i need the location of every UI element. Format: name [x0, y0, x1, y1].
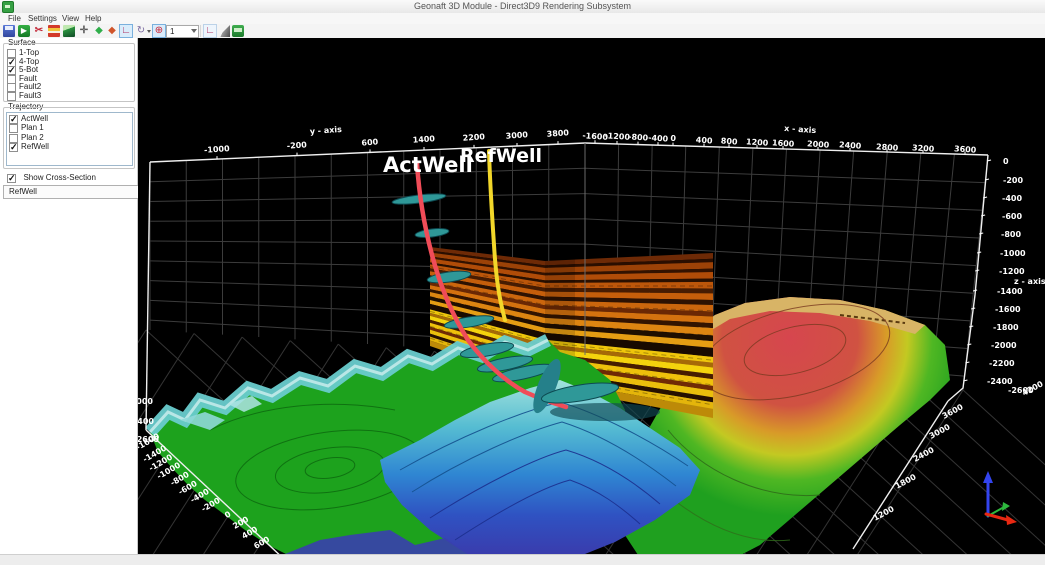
axis-tick-label: 1200	[746, 137, 769, 148]
axis-tick-label: -1600	[995, 305, 1021, 314]
axis-tick-label: 2000	[807, 139, 830, 150]
axis-tick-label: -2400	[987, 377, 1013, 386]
application-window: Geonaft 3D Module - Direct3D9 Rendering …	[0, 0, 1045, 565]
snapshot-3d-icon[interactable]	[232, 25, 244, 37]
axis-tick-label: -200	[287, 140, 308, 150]
menu-file[interactable]: File	[8, 14, 21, 23]
trajectory-item-label: RefWell	[21, 142, 49, 151]
axis-tick-label: -1400	[997, 287, 1023, 296]
axis-tick-label: 2800	[876, 142, 899, 153]
show-cross-section-label: Show Cross-Section	[23, 173, 95, 182]
axis-tick-label: 3000	[505, 130, 528, 141]
axis-orientation-icon[interactable]: ∟	[119, 24, 133, 38]
target-view-icon[interactable]: ⊕	[152, 24, 166, 38]
axis-tick-label: 3600	[954, 144, 977, 155]
axis-tick-label: -2200	[989, 359, 1015, 368]
z-axis-title: z - axis	[1014, 277, 1045, 286]
rotate-view-icon[interactable]: ↻	[135, 25, 147, 37]
trajectory-item-label: ActWell	[21, 114, 48, 123]
trajectory-item-row[interactable]: RefWell	[9, 143, 49, 151]
trajectory-item-checkbox[interactable]	[9, 115, 18, 124]
axis-box-icon[interactable]: ∟	[203, 24, 217, 38]
trajectory-item-row[interactable]: ActWell	[9, 115, 48, 123]
pan-move-icon[interactable]: ✛	[78, 25, 90, 37]
trajectory-item-label: Plan 1	[21, 123, 44, 132]
trajectory-item-checkbox[interactable]	[9, 124, 18, 133]
axis-tick-label: -2000	[991, 341, 1017, 350]
sidebar: Surface 1-Top4-Top5-BotFaultFault2Fault3…	[0, 38, 138, 554]
show-cross-section-checkbox[interactable]	[7, 174, 16, 183]
gradient-ramp-icon[interactable]	[218, 25, 230, 37]
menu-view[interactable]: View	[62, 14, 79, 23]
layers-icon[interactable]	[48, 25, 60, 37]
axis-tick-label: -2400	[138, 417, 154, 426]
window-title: Geonaft 3D Module - Direct3D9 Rendering …	[0, 1, 1045, 11]
view-number-value: 1	[170, 27, 174, 36]
combo-arrow-icon	[191, 29, 197, 33]
axis-tick-label: 0	[670, 134, 677, 143]
axis-tick-label: 3200	[912, 143, 935, 154]
axis-tick-label: -800	[1001, 230, 1021, 239]
axis-tick-label: 1600	[772, 138, 795, 149]
trajectory-item-row[interactable]: Plan 1	[9, 124, 44, 132]
axis-tick-label: -2600	[138, 435, 159, 444]
axis-tick-label: 3800	[546, 128, 569, 139]
axis-tick-label: 400	[696, 135, 714, 145]
axis-tick-label: 2400	[839, 140, 862, 151]
surface-item-checkbox[interactable]	[7, 92, 16, 101]
refwell-label: RefWell	[460, 145, 542, 167]
surface-item-row[interactable]: Fault3	[7, 92, 41, 100]
surface-map-icon[interactable]	[63, 25, 75, 37]
axis-tick-label: -600	[1002, 212, 1022, 221]
view-number-select[interactable]: 1	[166, 25, 199, 38]
3d-viewport[interactable]: -1000-2006001400220030003800y - axis-160…	[138, 38, 1045, 554]
axis-tick-label: -400	[1002, 194, 1022, 203]
axis-tick-label: -800	[628, 132, 649, 142]
menu-help[interactable]: Help	[85, 14, 101, 23]
axis-tick-label: -2000	[138, 397, 153, 406]
toolbar: ▶ ✂ ✛ ◆ ◆ ∟ ↻ ⊕ 1 ∟	[0, 24, 1045, 39]
toolbar-separator	[200, 25, 201, 37]
axis-tick-label: -1000	[204, 144, 231, 155]
axis-tick-label: -1000	[1000, 249, 1026, 258]
axis-tick-label: 1400	[412, 134, 435, 145]
cut-section-icon[interactable]: ✂	[33, 25, 45, 37]
title-bar[interactable]: Geonaft 3D Module - Direct3D9 Rendering …	[0, 0, 1045, 14]
status-bar	[0, 554, 1045, 565]
axis-tick-label: 0	[1003, 157, 1009, 166]
axis-tick-label: -1200	[999, 267, 1025, 276]
surface-item-label: Fault3	[19, 91, 41, 100]
run-export-icon[interactable]: ▶	[18, 25, 30, 37]
selected-well-box[interactable]: RefWell	[3, 185, 141, 199]
axis-tick-label: -400	[648, 133, 669, 143]
axis-tick-label: 600	[361, 137, 379, 147]
trajectory-item-row[interactable]: Plan 2	[9, 134, 44, 142]
axis-tick-label: -1800	[993, 323, 1019, 332]
rotate-dropdown-arrow-icon[interactable]	[147, 30, 151, 33]
save-icon[interactable]	[3, 25, 15, 37]
trajectory-item-label: Plan 2	[21, 133, 44, 142]
horizon-orange-icon[interactable]: ◆	[106, 25, 118, 37]
axis-tick-label: -1200	[604, 131, 631, 142]
horizon-green-icon[interactable]: ◆	[93, 25, 105, 37]
axis-tick-label: 2200	[462, 132, 485, 143]
axis-tick-label: -200	[1003, 176, 1023, 185]
show-cross-section-row[interactable]: Show Cross-Section	[7, 174, 96, 182]
axis-tick-label: 800	[721, 136, 739, 146]
menu-bar: File Settings View Help	[0, 13, 1045, 24]
menu-settings[interactable]: Settings	[28, 14, 57, 23]
trajectory-item-checkbox[interactable]	[9, 143, 18, 152]
